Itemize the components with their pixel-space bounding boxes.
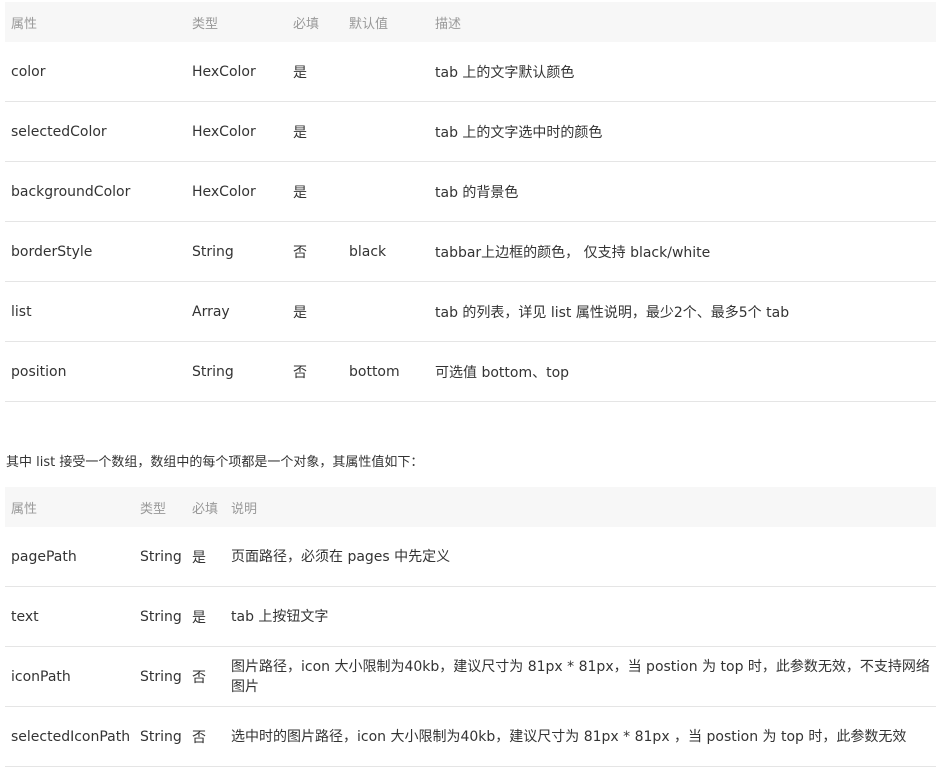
table-row: backgroundColor HexColor 是 tab 的背景色 xyxy=(5,161,936,222)
cell-property: color xyxy=(5,42,186,102)
cell-type: String xyxy=(186,221,287,282)
header-property: 属性 xyxy=(5,2,186,42)
cell-type: String xyxy=(134,527,186,587)
cell-required: 否 xyxy=(186,646,225,707)
tabbar-properties-table: 属性 类型 必填 默认值 描述 color HexColor 是 tab 上的文… xyxy=(5,2,936,402)
cell-default xyxy=(343,281,429,342)
header-property: 属性 xyxy=(5,487,134,527)
cell-type: Array xyxy=(186,281,287,342)
cell-default xyxy=(343,161,429,222)
cell-type: HexColor xyxy=(186,101,287,162)
list-item-properties-table: 属性 类型 必填 说明 pagePath String 是 页面路径，必须在 p… xyxy=(5,487,936,767)
header-required: 必填 xyxy=(287,2,343,42)
cell-required: 是 xyxy=(287,281,343,342)
cell-property: borderStyle xyxy=(5,221,186,282)
cell-type: String xyxy=(134,646,186,707)
cell-required: 是 xyxy=(287,101,343,162)
header-required: 必填 xyxy=(186,487,225,527)
header-description: 说明 xyxy=(225,487,936,527)
cell-description: tab 上按钮文字 xyxy=(225,586,936,647)
cell-default xyxy=(343,101,429,162)
cell-description: tab 上的文字默认颜色 xyxy=(429,42,936,102)
list-description-paragraph: 其中 list 接受一个数组，数组中的每个项都是一个对象，其属性值如下： xyxy=(6,455,424,470)
table-row: selectedColor HexColor 是 tab 上的文字选中时的颜色 xyxy=(5,101,936,162)
cell-type: String xyxy=(186,341,287,402)
table-row: pagePath String 是 页面路径，必须在 pages 中先定义 xyxy=(5,527,936,587)
cell-default xyxy=(343,42,429,102)
cell-description: 图片路径，icon 大小限制为40kb，建议尺寸为 81px * 81px，当 … xyxy=(225,646,936,707)
cell-required: 否 xyxy=(186,706,225,767)
cell-property: selectedIconPath xyxy=(5,706,134,767)
cell-property: list xyxy=(5,281,186,342)
cell-description: tab 的列表，详见 list 属性说明，最少2个、最多5个 tab xyxy=(429,281,936,342)
cell-type: String xyxy=(134,706,186,767)
cell-description: 页面路径，必须在 pages 中先定义 xyxy=(225,527,936,587)
cell-default: black xyxy=(343,221,429,282)
cell-default: bottom xyxy=(343,341,429,402)
cell-required: 否 xyxy=(287,221,343,282)
header-default: 默认值 xyxy=(343,2,429,42)
cell-property: position xyxy=(5,341,186,402)
table-row: selectedIconPath String 否 选中时的图片路径，icon … xyxy=(5,706,936,767)
header-type: 类型 xyxy=(134,487,186,527)
cell-type: String xyxy=(134,586,186,647)
table-row: color HexColor 是 tab 上的文字默认颜色 xyxy=(5,42,936,102)
cell-property: iconPath xyxy=(5,646,134,707)
cell-required: 是 xyxy=(287,161,343,222)
cell-description: tab 的背景色 xyxy=(429,161,936,222)
cell-description: tab 上的文字选中时的颜色 xyxy=(429,101,936,162)
table-row: position String 否 bottom 可选值 bottom、top xyxy=(5,341,936,402)
cell-type: HexColor xyxy=(186,42,287,102)
cell-required: 是 xyxy=(186,586,225,647)
cell-property: text xyxy=(5,586,134,647)
table-header-row: 属性 类型 必填 说明 xyxy=(5,487,936,527)
header-description: 描述 xyxy=(429,2,936,42)
cell-property: backgroundColor xyxy=(5,161,186,222)
cell-type: HexColor xyxy=(186,161,287,222)
table-row: text String 是 tab 上按钮文字 xyxy=(5,586,936,647)
table-row: iconPath String 否 图片路径，icon 大小限制为40kb，建议… xyxy=(5,646,936,707)
header-type: 类型 xyxy=(186,2,287,42)
cell-required: 是 xyxy=(287,42,343,102)
cell-property: selectedColor xyxy=(5,101,186,162)
cell-property: pagePath xyxy=(5,527,134,587)
table-header-row: 属性 类型 必填 默认值 描述 xyxy=(5,2,936,42)
cell-description: 选中时的图片路径，icon 大小限制为40kb，建议尺寸为 81px * 81p… xyxy=(225,706,936,767)
cell-required: 是 xyxy=(186,527,225,587)
cell-description: tabbar上边框的颜色， 仅支持 black/white xyxy=(429,221,936,282)
cell-required: 否 xyxy=(287,341,343,402)
table-row: list Array 是 tab 的列表，详见 list 属性说明，最少2个、最… xyxy=(5,281,936,342)
table-row: borderStyle String 否 black tabbar上边框的颜色，… xyxy=(5,221,936,282)
cell-description: 可选值 bottom、top xyxy=(429,341,936,402)
